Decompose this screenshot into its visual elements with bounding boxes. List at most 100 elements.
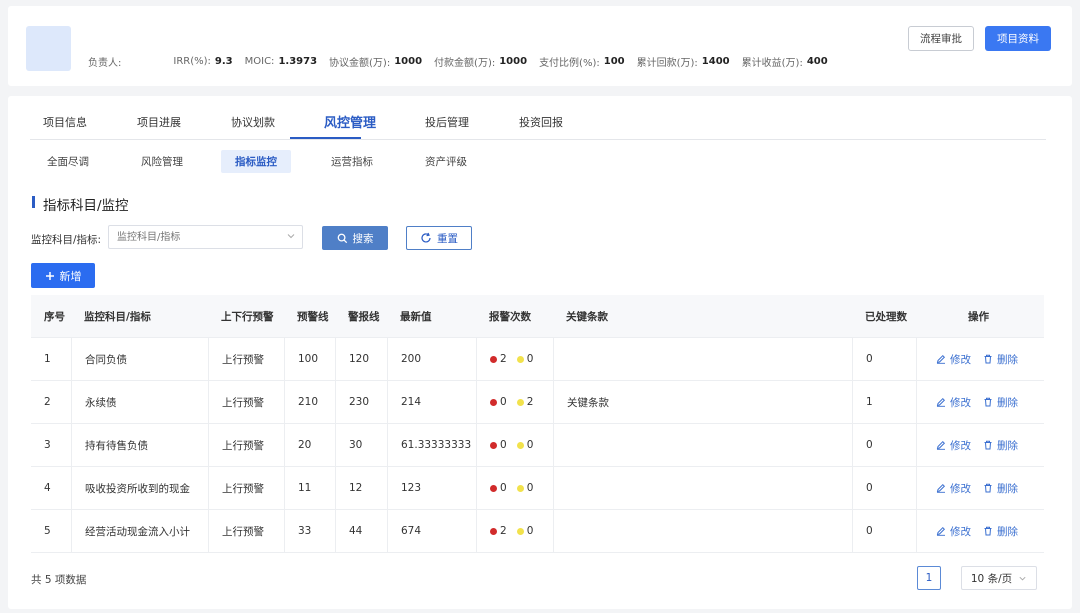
delete-button[interactable]: 删除 xyxy=(983,438,1018,453)
cell-handled-count: 0 xyxy=(852,467,873,509)
subtab-asset-rating[interactable]: 资产评级 xyxy=(425,154,467,169)
project-avatar xyxy=(26,26,71,71)
cell-actions: 修改 删除 xyxy=(916,467,1044,509)
cell-key-clause xyxy=(553,510,567,552)
header-alarm-line: 警报线 xyxy=(348,310,380,323)
cell-direction: 上行预警 xyxy=(208,510,264,552)
yellow-alarm-count: 2 xyxy=(526,396,534,408)
project-docs-button[interactable]: 项目资料 xyxy=(985,26,1051,51)
header-handled-count: 已处理数 xyxy=(865,310,907,323)
yellow-alarm-dot xyxy=(516,355,524,363)
project-summary-card: 负责人: IRR(%): 9.3 MOIC: 1.3973 协议金额(万): 1000 付款金… xyxy=(8,6,1072,86)
tab-project-info[interactable]: 项目信息 xyxy=(43,114,87,130)
edit-button[interactable]: 修改 xyxy=(936,352,971,367)
active-tab-indicator xyxy=(290,137,361,139)
cell-warning-line: 11 xyxy=(284,467,311,509)
cell-key-clause: 关键条款 xyxy=(553,381,609,423)
yellow-alarm-dot xyxy=(516,398,524,406)
cell-latest-value: 123 xyxy=(387,467,421,509)
chevron-down-icon[interactable] xyxy=(286,231,296,241)
cell-handled-count: 0 xyxy=(852,510,873,552)
subtab-risk-management[interactable]: 风险管理 xyxy=(141,154,183,169)
yellow-alarm-count: 0 xyxy=(526,439,534,451)
main-panel: 项目信息 项目进展 协议划款 风控管理 投后管理 投资回报 全面尽调 风险管理 … xyxy=(8,96,1072,609)
cell-alarm-line: 44 xyxy=(335,510,362,552)
red-alarm-dot xyxy=(490,441,497,449)
delete-button[interactable]: 删除 xyxy=(983,524,1018,539)
red-alarm-dot xyxy=(490,398,497,406)
cell-warning-line: 100 xyxy=(284,338,318,380)
edit-button[interactable]: 修改 xyxy=(936,524,971,539)
add-button[interactable]: 新增 xyxy=(31,263,95,288)
search-button-label: 搜索 xyxy=(352,232,374,245)
cell-no: 5 xyxy=(44,525,51,537)
cell-alarm-count: 02 xyxy=(476,381,533,423)
table-row: 3 持有待售负债 上行预警 20 30 61.33333333 0 0 0 修改 删除 xyxy=(31,424,1044,467)
delete-button[interactable]: 删除 xyxy=(983,395,1018,410)
cell-direction: 上行预警 xyxy=(208,381,264,423)
search-icon xyxy=(337,233,348,244)
yellow-alarm-dot xyxy=(516,441,524,449)
cell-indicator: 经营活动现金流入小计 xyxy=(71,510,190,552)
tab-project-progress[interactable]: 项目进展 xyxy=(137,114,181,130)
yellow-alarm-count: 0 xyxy=(526,353,534,365)
edit-label: 修改 xyxy=(950,353,971,366)
red-alarm-count: 0 xyxy=(500,396,507,408)
red-alarm-count: 2 xyxy=(500,353,507,365)
page-1-button[interactable]: 1 xyxy=(917,566,941,590)
flow-approval-button[interactable]: 流程审批 xyxy=(908,26,974,51)
edit-label: 修改 xyxy=(950,396,971,409)
yellow-alarm-count: 0 xyxy=(526,482,534,494)
cell-key-clause xyxy=(553,424,567,466)
stat-value: 1000 xyxy=(394,56,423,67)
cell-handled-count: 1 xyxy=(852,381,873,423)
delete-label: 删除 xyxy=(997,353,1018,366)
delete-button[interactable]: 删除 xyxy=(983,352,1018,367)
edit-icon xyxy=(936,397,946,407)
indicator-search-input[interactable] xyxy=(108,225,303,249)
tab-agreement-payment[interactable]: 协议划款 xyxy=(231,114,275,130)
cell-alarm-line: 30 xyxy=(335,424,362,466)
cell-direction: 上行预警 xyxy=(208,467,264,509)
yellow-alarm-count: 0 xyxy=(526,525,534,537)
stat-value: 1000 xyxy=(499,56,528,67)
main-tabs: 项目信息 项目进展 协议划款 风控管理 投后管理 投资回报 xyxy=(30,96,1046,140)
reset-button[interactable]: 重置 xyxy=(406,226,472,250)
stat-label: 支付比例(%): xyxy=(539,58,600,69)
tab-investment-return[interactable]: 投资回报 xyxy=(519,114,563,130)
cell-alarm-count: 00 xyxy=(476,467,533,509)
red-alarm-dot xyxy=(490,484,497,492)
total-count: 共 5 项数据 xyxy=(31,574,87,586)
trash-icon xyxy=(983,354,993,364)
delete-button[interactable]: 删除 xyxy=(983,481,1018,496)
trash-icon xyxy=(983,440,993,450)
cell-direction: 上行预警 xyxy=(208,424,264,466)
stat-label: 付款金额(万): xyxy=(434,58,496,69)
stat-value: 9.3 xyxy=(214,56,233,67)
subtab-operating-indicators[interactable]: 运营指标 xyxy=(331,154,373,169)
edit-button[interactable]: 修改 xyxy=(936,481,971,496)
delete-label: 删除 xyxy=(997,482,1018,495)
table-header-row: 序号 监控科目/指标 上下行预警 预警线 警报线 最新值 报警次数 关键条款 已… xyxy=(31,295,1044,338)
tab-risk-control[interactable]: 风控管理 xyxy=(324,112,376,131)
cell-alarm-line: 12 xyxy=(335,467,362,509)
header-latest-value: 最新值 xyxy=(400,310,432,323)
cell-no: 3 xyxy=(44,439,51,451)
cell-alarm-count: 00 xyxy=(476,424,533,466)
cell-latest-value: 674 xyxy=(387,510,421,552)
header-alarm-count: 报警次数 xyxy=(489,310,531,323)
edit-button[interactable]: 修改 xyxy=(936,438,971,453)
stat-value: 100 xyxy=(603,56,625,67)
project-stats: 负责人: IRR(%): 9.3 MOIC: 1.3973 协议金额(万): 1000 付款金… xyxy=(88,54,840,69)
trash-icon xyxy=(983,483,993,493)
delete-label: 删除 xyxy=(997,439,1018,452)
section-marker xyxy=(32,196,35,208)
page-size-select[interactable]: 10 条/页 xyxy=(961,566,1037,590)
search-button[interactable]: 搜索 xyxy=(322,226,388,250)
subtab-indicator-monitor[interactable]: 指标监控 xyxy=(221,150,291,173)
subtab-due-diligence[interactable]: 全面尽调 xyxy=(47,154,89,169)
tab-post-investment[interactable]: 投后管理 xyxy=(425,114,469,130)
stat-label: 累计回款(万): xyxy=(636,58,698,69)
cell-warning-line: 210 xyxy=(284,381,318,423)
edit-button[interactable]: 修改 xyxy=(936,395,971,410)
